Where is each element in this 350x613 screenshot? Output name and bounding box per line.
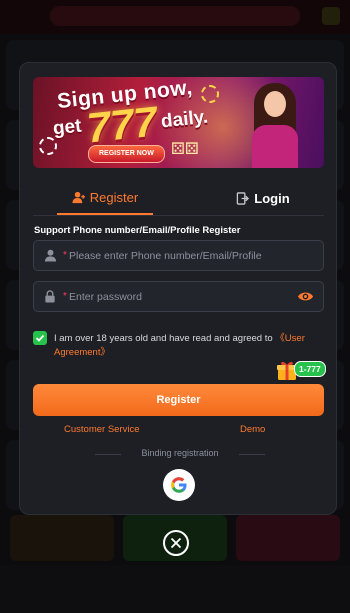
account-field[interactable]: * [33, 240, 324, 271]
login-door-icon [236, 191, 250, 205]
banner-model-image [244, 81, 306, 168]
promo-banner[interactable]: Sign up now, get 777 daily. REGISTER NOW… [33, 77, 324, 168]
auth-tabs: Register Login [33, 181, 324, 216]
tab-login-label: Login [254, 190, 290, 206]
slot-777-icon: ⚄⚄ [171, 141, 199, 158]
banner-register-now-button[interactable]: REGISTER NOW [88, 145, 165, 163]
google-icon [171, 477, 188, 493]
eye-icon[interactable] [297, 290, 314, 308]
customer-service-link[interactable]: Customer Service [64, 424, 140, 435]
model-dress [252, 125, 298, 168]
agree-checkbox[interactable] [33, 331, 47, 345]
agreement-text: I am over 18 years old and have read and… [54, 332, 324, 360]
close-icon [170, 537, 182, 549]
gift-badge: 1-777 [294, 361, 326, 377]
password-input[interactable] [62, 282, 289, 311]
close-modal-button[interactable] [163, 530, 189, 556]
binding-registration-label: Binding registration [141, 448, 219, 458]
google-login-button[interactable] [163, 469, 195, 501]
tab-register[interactable]: Register [57, 181, 153, 215]
user-icon [44, 249, 57, 267]
password-field[interactable]: * [33, 281, 324, 312]
demo-link[interactable]: Demo [240, 424, 265, 435]
register-button[interactable]: Register [33, 384, 324, 416]
register-modal: Sign up now, get 777 daily. REGISTER NOW… [19, 62, 337, 515]
agreement-statement: I am over 18 years old and have read and… [54, 333, 276, 344]
binding-registration-divider: Binding registration [95, 447, 265, 461]
tab-login[interactable]: Login [223, 181, 303, 215]
user-plus-icon [72, 191, 85, 204]
casino-chip-icon [201, 85, 219, 103]
account-input[interactable] [62, 241, 289, 270]
banner-get-text: get [51, 115, 83, 140]
check-icon [35, 334, 45, 342]
tab-register-label: Register [89, 189, 139, 205]
lock-icon [44, 290, 56, 308]
model-face [264, 91, 286, 117]
support-register-text: Support Phone number/Email/Profile Regis… [34, 225, 241, 236]
